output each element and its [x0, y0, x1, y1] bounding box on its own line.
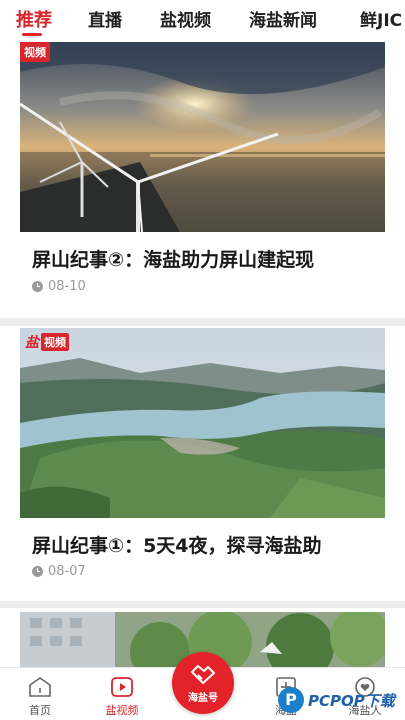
card-title[interactable]: 屏山纪事②：海盐助力屏山建起现	[32, 245, 314, 272]
clock-icon	[32, 281, 43, 292]
tab-salt-video[interactable]: 盐视频	[160, 6, 211, 31]
top-tabbar: 推荐 直播 盐视频 海盐新闻 鲜JIC	[0, 0, 405, 40]
pcpop-watermark: P PCPOP下载	[278, 680, 405, 720]
handshake-icon	[191, 665, 215, 684]
tab-haiyan-news[interactable]: 海盐新闻	[249, 6, 317, 31]
card-title[interactable]: 屏山纪事①：5天4夜，探寻海盐助	[32, 531, 322, 558]
video-badge: 视频	[20, 42, 50, 62]
card-thumbnail[interactable]: 视频	[20, 42, 385, 232]
card-thumbnail[interactable]: 盐 视频	[20, 328, 385, 518]
nav-label: 首页	[29, 704, 51, 717]
card-meta: 08-10	[32, 279, 86, 294]
news-card[interactable]: 盐 视频 屏山纪事①：5天4夜，探寻海盐助 08-07	[0, 326, 405, 601]
watermark-text: PCPOP下载	[308, 691, 395, 710]
nav-item-home[interactable]: 首页	[10, 668, 70, 720]
card-date: 08-10	[48, 279, 86, 294]
brand-logo: 盐	[25, 335, 39, 351]
nav-label: 盐视频	[105, 704, 139, 717]
pcpop-logo-icon: P	[278, 687, 304, 713]
card-meta: 08-07	[32, 564, 86, 579]
play-icon	[111, 677, 133, 697]
active-tab-indicator	[22, 33, 42, 36]
nav-item-salt-video[interactable]: 盐视频	[92, 668, 152, 720]
brand-video-badge: 盐 视频	[25, 332, 69, 352]
news-card[interactable]: 视频 屏山纪事②：海盐助力屏山建起现 08-10	[0, 40, 405, 318]
center-button-label: 海盐号	[188, 693, 218, 704]
river-valley-image	[20, 328, 385, 518]
tab-live[interactable]: 直播	[88, 6, 122, 31]
app-page: 推荐 直播 盐视频 海盐新闻 鲜JIC 视频 屏山纪事②：海盐助力屏山建起现 0…	[0, 0, 405, 720]
video-badge: 视频	[41, 333, 69, 351]
card-date: 08-07	[48, 564, 86, 579]
clock-icon	[32, 566, 43, 577]
wind-turbine-sunset-image	[20, 42, 385, 232]
tab-fresh[interactable]: 鲜JIC	[360, 6, 402, 31]
home-icon	[29, 677, 51, 697]
tab-recommend[interactable]: 推荐	[16, 6, 52, 32]
haiyan-account-button[interactable]: 海盐号	[172, 652, 234, 714]
